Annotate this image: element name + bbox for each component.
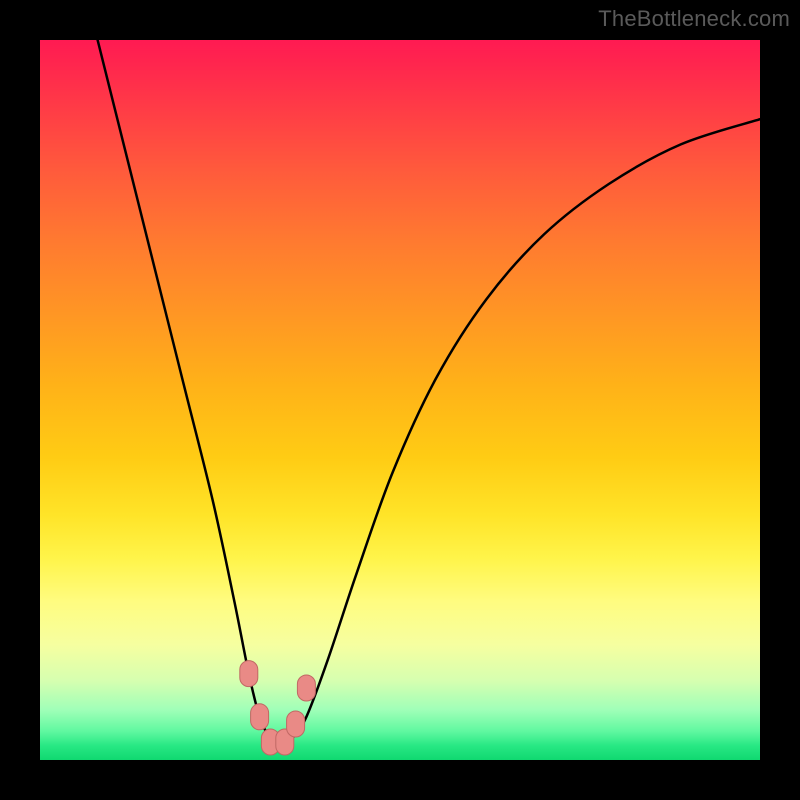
curve-marker bbox=[287, 711, 305, 737]
curve-marker bbox=[251, 704, 269, 730]
bottleneck-curve bbox=[98, 40, 760, 746]
curve-layer bbox=[40, 40, 760, 760]
curve-marker bbox=[297, 675, 315, 701]
watermark-text: TheBottleneck.com bbox=[598, 6, 790, 32]
curve-markers bbox=[240, 661, 316, 755]
plot-area bbox=[40, 40, 760, 760]
curve-marker bbox=[240, 661, 258, 687]
chart-frame: TheBottleneck.com bbox=[0, 0, 800, 800]
